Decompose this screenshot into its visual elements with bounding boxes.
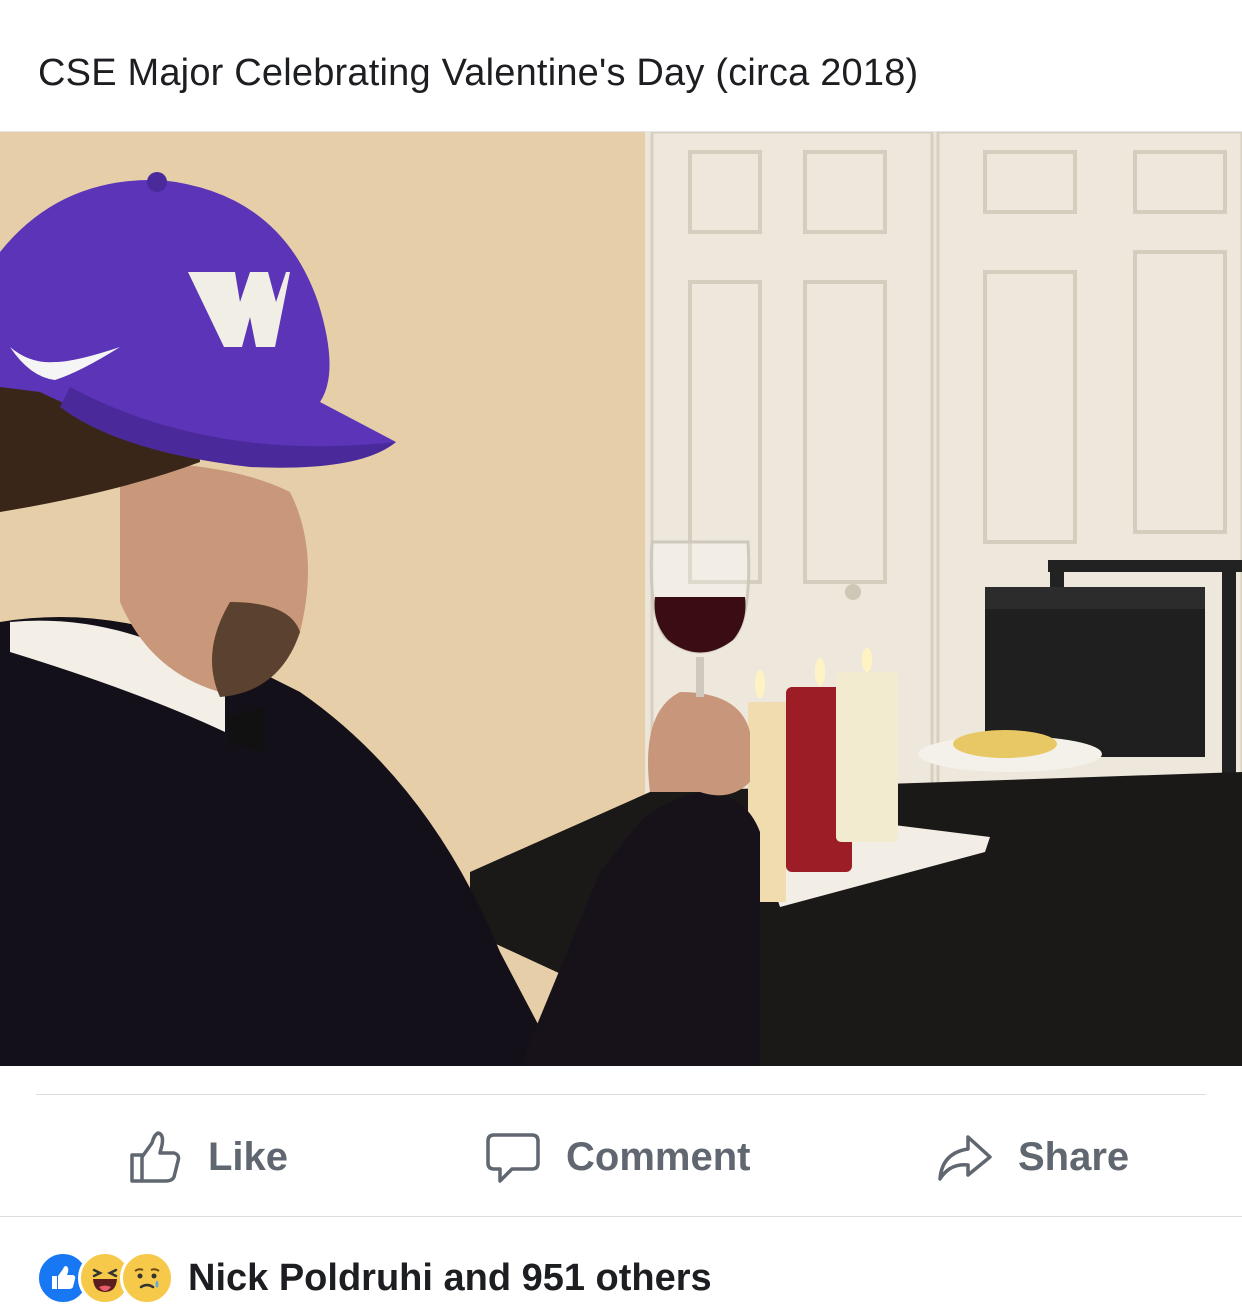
- action-divider-bottom: [0, 1216, 1242, 1217]
- post-caption: CSE Major Celebrating Valentine's Day (c…: [38, 52, 919, 94]
- share-label: Share: [1018, 1134, 1130, 1179]
- share-button[interactable]: Share: [936, 1132, 1129, 1182]
- share-arrow-icon: [938, 1135, 992, 1181]
- action-bar: Like Comment Share: [0, 1096, 1242, 1216]
- comment-icon: [486, 1133, 540, 1183]
- comment-button[interactable]: Comment: [484, 1132, 751, 1183]
- like-label: Like: [208, 1134, 289, 1179]
- reaction-count-text[interactable]: Nick Poldruhi and 951 others: [188, 1257, 712, 1300]
- comment-label: Comment: [566, 1134, 751, 1179]
- sad-reaction-icon: [120, 1251, 174, 1305]
- reaction-summary[interactable]: Nick Poldruhi and 951 others: [36, 1250, 712, 1306]
- thumbs-up-icon: [130, 1131, 181, 1183]
- like-button[interactable]: Like: [126, 1131, 289, 1183]
- action-divider-top: [36, 1094, 1206, 1095]
- post-photo[interactable]: [0, 131, 1242, 1066]
